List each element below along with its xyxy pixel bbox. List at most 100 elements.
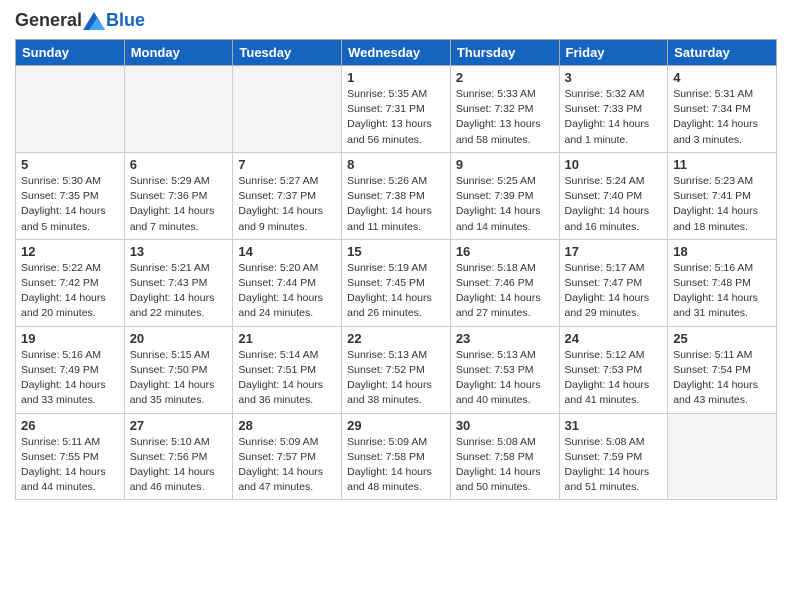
calendar-cell: 30 Sunrise: 5:08 AMSunset: 7:58 PMDayligh…: [450, 413, 559, 500]
logo-text-blue: Blue: [106, 10, 145, 31]
sunrise-text: Sunrise: 5:11 AM: [21, 436, 100, 448]
day-number: 2: [456, 70, 554, 85]
cell-info: Sunrise: 5:08 AMSunset: 7:59 PMDaylight:…: [565, 435, 663, 496]
day-number: 27: [130, 418, 228, 433]
cell-info: Sunrise: 5:08 AMSunset: 7:58 PMDaylight:…: [456, 435, 554, 496]
calendar-cell: 5Sunrise: 5:30 AMSunset: 7:35 PMDaylight…: [16, 152, 125, 239]
daylight-text: Daylight: 14 hours and 50 minutes.: [456, 466, 541, 493]
sunrise-text: Sunrise: 5:15 AM: [130, 349, 210, 361]
calendar-cell: 18Sunrise: 5:16 AMSunset: 7:48 PMDayligh…: [668, 239, 777, 326]
sunrise-text: Sunrise: 5:27 AM: [238, 175, 318, 187]
calendar-cell: 14Sunrise: 5:20 AMSunset: 7:44 PMDayligh…: [233, 239, 342, 326]
cell-info: Sunrise: 5:11 AM Sunset: 7:55 PM Daylight:…: [21, 435, 119, 496]
sunset-text: Sunset: 7:33 PM: [565, 103, 643, 115]
cell-info: Sunrise: 5:30 AMSunset: 7:35 PMDaylight:…: [21, 174, 119, 235]
daylight-text: Daylight: 14 hours and 44 minutes.: [21, 466, 106, 493]
day-number: 15: [347, 244, 445, 259]
day-number: 23: [456, 331, 554, 346]
day-number: 3: [565, 70, 663, 85]
calendar-cell: 12 Sunrise: 5:22 AM Sunset: 7:42 PM Dayligh…: [16, 239, 125, 326]
day-number: 30: [456, 418, 554, 433]
sunrise-text: Sunrise: 5:17 AM: [565, 262, 645, 274]
calendar-cell: 20 Sunrise: 5:15 AM Sunset: 7:50 PM Dayligh…: [124, 326, 233, 413]
weekday-header-tuesday: Tuesday: [233, 40, 342, 66]
calendar-cell: 11Sunrise: 5:23 AMSunset: 7:41 PMDayligh…: [668, 152, 777, 239]
calendar-cell: [668, 413, 777, 500]
cell-info: Sunrise: 5:14 AMSunset: 7:51 PMDaylight:…: [238, 348, 336, 409]
cell-info: Sunrise: 5:23 AMSunset: 7:41 PMDaylight:…: [673, 174, 771, 235]
sunset-text: Sunset: 7:31 PM: [347, 103, 425, 115]
calendar-week-row: 19Sunrise: 5:16 AMSunset: 7:49 PMDayligh…: [16, 326, 777, 413]
weekday-header-saturday: Saturday: [668, 40, 777, 66]
calendar-cell: 9Sunrise: 5:25 AMSunset: 7:39 PMDaylight…: [450, 152, 559, 239]
sunset-text: Sunset: 7:59 PM: [565, 451, 643, 463]
sunrise-text: Sunrise: 5:13 AM: [347, 349, 427, 361]
cell-info: Sunrise: 5:21 AMSunset: 7:43 PMDaylight:…: [130, 261, 228, 322]
cell-info: Sunrise: 5:22 AM Sunset: 7:42 PM Daylight:…: [21, 261, 119, 322]
day-number: 22: [347, 331, 445, 346]
cell-info: Sunrise: 5:24 AMSunset: 7:40 PMDaylight:…: [565, 174, 663, 235]
calendar-week-row: 26Sunrise: 5:11 AMSunset: 7:55 PMDayligh…: [16, 413, 777, 500]
sunset-text: Sunset: 7:48 PM: [673, 277, 751, 289]
calendar-cell: 3Sunrise: 5:32 AMSunset: 7:33 PMDaylight…: [559, 66, 668, 153]
sunset-text: Sunset: 7:40 PM: [565, 190, 643, 202]
cell-info: Sunrise: 5:16 AMSunset: 7:48 PMDaylight:…: [673, 261, 771, 322]
cell-info: Sunrise: 5:26 AMSunset: 7:38 PMDaylight:…: [347, 174, 445, 235]
calendar-cell: 2Sunrise: 5:33 AMSunset: 7:32 PMDaylight…: [450, 66, 559, 153]
sunset-text: Sunset: 7:34 PM: [673, 103, 751, 115]
sunrise-text: Sunrise: 5:16 AM: [673, 262, 753, 274]
daylight-text: Daylight: 14 hours and 7 minutes.: [130, 205, 215, 232]
sunset-text: Sunset: 7:55 PM: [21, 451, 99, 463]
day-number: 20: [130, 331, 228, 346]
calendar-cell: [233, 66, 342, 153]
sunset-text: Sunset: 7:42 PM: [21, 277, 99, 289]
calendar-cell: 26Sunrise: 5:11 AMSunset: 7:55 PMDayligh…: [16, 413, 125, 500]
weekday-header-wednesday: Wednesday: [342, 40, 451, 66]
daylight-text: Daylight: 14 hours and 51 minutes.: [565, 466, 650, 493]
calendar-cell: 21 Sunrise: 5:14 AMSunset: 7:51 PMDayligh…: [233, 326, 342, 413]
calendar-cell: 15Sunrise: 5:19 AMSunset: 7:45 PMDayligh…: [342, 239, 451, 326]
calendar-cell: 28Sunrise: 5:09 AMSunset: 7:57 PMDayligh…: [233, 413, 342, 500]
day-number: 7: [238, 157, 336, 172]
day-number: 12: [21, 244, 119, 259]
daylight-text: Daylight: 14 hours and 35 minutes.: [130, 379, 215, 406]
calendar-cell: 25Sunrise: 5:11 AMSunset: 7:54 PMDayligh…: [668, 326, 777, 413]
sunset-text: Sunset: 7:37 PM: [238, 190, 316, 202]
sunset-text: Sunset: 7:36 PM: [130, 190, 208, 202]
day-number: 21: [238, 331, 336, 346]
cell-info: Sunrise: 5:31 AMSunset: 7:34 PMDaylight:…: [673, 87, 771, 148]
logo-text-general: General: [15, 10, 82, 31]
sunrise-text: Sunrise: 5:22 AM: [21, 262, 101, 274]
calendar-cell: [124, 66, 233, 153]
calendar-cell: 31 Sunrise: 5:08 AMSunset: 7:59 PMDayligh…: [559, 413, 668, 500]
day-number: 31: [565, 418, 663, 433]
daylight-text: Daylight: 14 hours and 1 minute.: [565, 118, 650, 145]
daylight-text: Daylight: 14 hours and 22 minutes.: [130, 292, 215, 319]
day-number: 18: [673, 244, 771, 259]
daylight-text: Daylight: 14 hours and 5 minutes.: [21, 205, 106, 232]
calendar-cell: 23 Sunrise: 5:13 AMSunset: 7:53 PMDayligh…: [450, 326, 559, 413]
calendar-cell: 24Sunrise: 5:12 AMSunset: 7:53 PMDayligh…: [559, 326, 668, 413]
sunset-text: Sunset: 7:43 PM: [130, 277, 208, 289]
daylight-text: Daylight: 14 hours and 26 minutes.: [347, 292, 432, 319]
sunrise-text: Sunrise: 5:30 AM: [21, 175, 101, 187]
day-number: 4: [673, 70, 771, 85]
calendar-cell: 7Sunrise: 5:27 AMSunset: 7:37 PMDaylight…: [233, 152, 342, 239]
day-number: 9: [456, 157, 554, 172]
calendar-cell: 10 Sunrise: 5:24 AMSunset: 7:40 PMDayligh…: [559, 152, 668, 239]
page-header: General Blue: [15, 10, 777, 31]
logo: General Blue: [15, 10, 145, 31]
calendar-cell: 27Sunrise: 5:10 AMSunset: 7:56 PMDayligh…: [124, 413, 233, 500]
sunrise-text: Sunrise: 5:29 AM: [130, 175, 210, 187]
daylight-text: Daylight: 14 hours and 20 minutes.: [21, 292, 106, 319]
cell-info: Sunrise: 5:13 AMSunset: 7:53 PMDaylight:…: [456, 348, 554, 409]
sunset-text: Sunset: 7:58 PM: [456, 451, 534, 463]
day-number: 10: [565, 157, 663, 172]
daylight-text: Daylight: 14 hours and 41 minutes.: [565, 379, 650, 406]
sunset-text: Sunset: 7:32 PM: [456, 103, 534, 115]
sunset-text: Sunset: 7:50 PM: [130, 364, 208, 376]
calendar-cell: 4 Sunrise: 5:31 AMSunset: 7:34 PMDaylight…: [668, 66, 777, 153]
sunset-text: Sunset: 7:54 PM: [673, 364, 751, 376]
daylight-text: Daylight: 14 hours and 24 minutes.: [238, 292, 323, 319]
day-number: 25: [673, 331, 771, 346]
